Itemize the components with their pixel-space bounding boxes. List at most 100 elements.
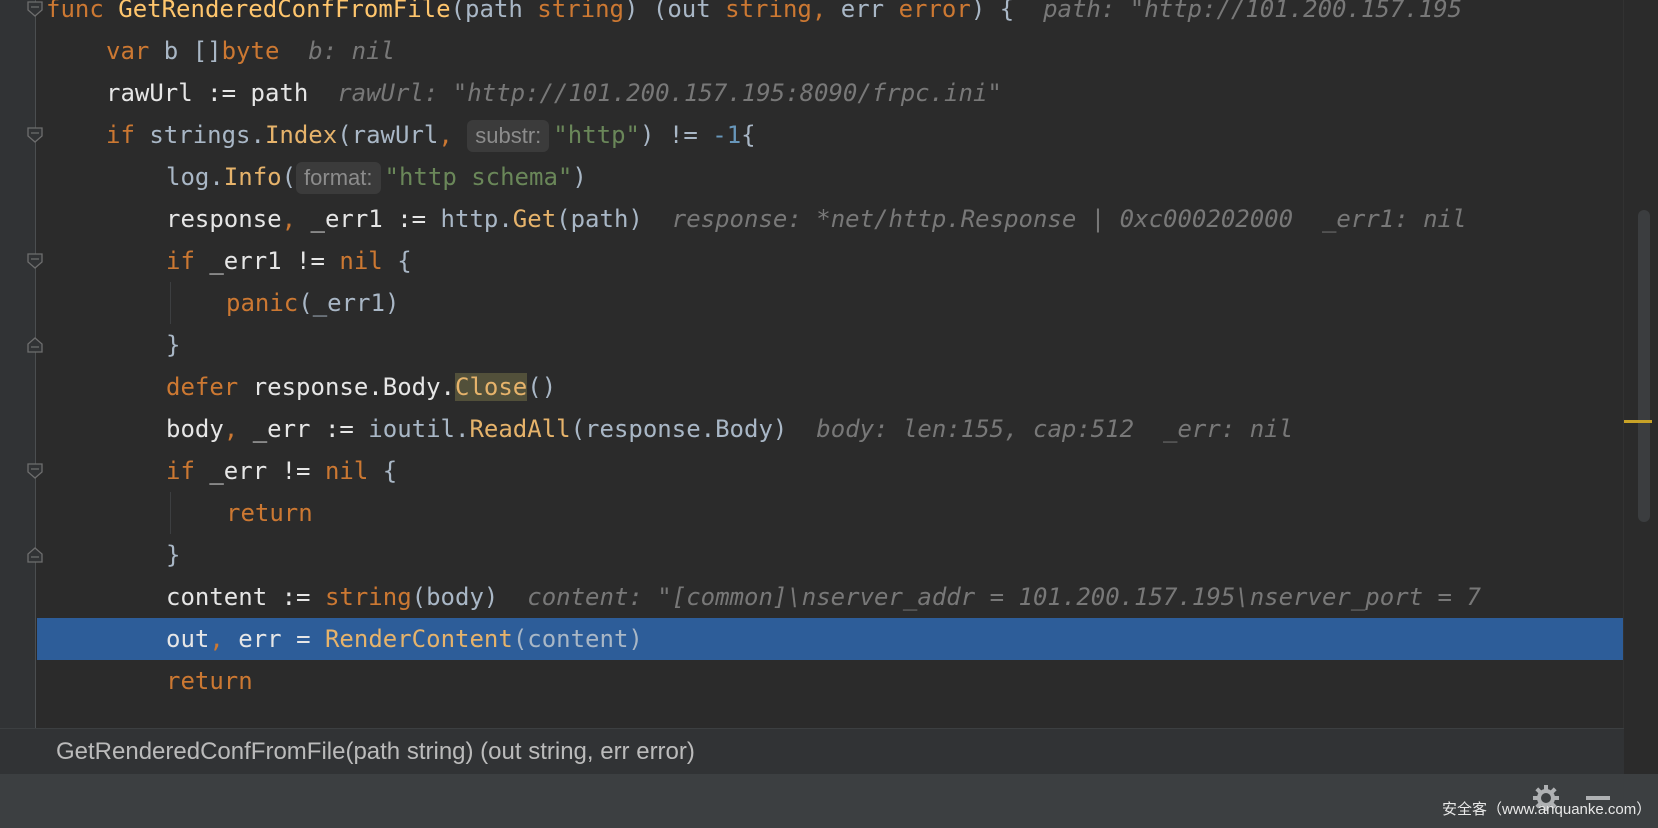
code-token: http. [440, 205, 513, 233]
code-editor[interactable]: func GetRenderedConfFromFile(path string… [0, 0, 1658, 728]
code-token: nil [324, 457, 383, 485]
code-text[interactable]: if strings.Index(rawUrl, substr: "http") … [106, 114, 756, 156]
code-line[interactable]: defer response.Body.Close() [0, 366, 1624, 408]
code-token: b [] [163, 37, 222, 65]
code-token: nil [339, 247, 398, 275]
code-token: err = [238, 625, 325, 653]
code-token: response [166, 205, 282, 233]
code-text[interactable]: return [226, 492, 313, 534]
code-token: string [725, 0, 812, 23]
code-token: panic [226, 289, 299, 317]
code-text[interactable]: if _err1 != nil { [166, 240, 412, 282]
code-token: , [811, 0, 841, 23]
fold-start-icon[interactable] [27, 253, 43, 269]
scrollbar-thumb[interactable] [1638, 210, 1650, 522]
inline-debug-value: body: len:155, cap:512 _err: nil [816, 415, 1294, 443]
code-line[interactable]: if _err != nil { [0, 450, 1624, 492]
code-token: { [397, 247, 412, 275]
scrollbar-marker[interactable] [1624, 420, 1652, 423]
code-line[interactable]: func GetRenderedConfFromFile(path string… [0, 0, 1624, 30]
code-token: strings. [149, 121, 265, 149]
breadcrumb[interactable]: GetRenderedConfFromFile(path string) (ou… [0, 728, 1624, 775]
code-line[interactable]: var b []byte b: nil [0, 30, 1624, 72]
code-text[interactable]: return [166, 660, 253, 702]
code-text[interactable]: content := string(body) content: "[commo… [166, 576, 1481, 618]
code-token: _err1 := [310, 205, 441, 233]
code-token: byte [221, 37, 280, 65]
code-line[interactable]: if strings.Index(rawUrl, substr: "http") … [0, 114, 1624, 156]
code-token: ) (out [624, 0, 726, 23]
code-token: ) != [640, 121, 713, 149]
code-token: ( [281, 163, 297, 191]
code-text[interactable]: rawUrl := path rawUrl: "http://101.200.1… [106, 72, 1002, 114]
code-token: Info [223, 163, 282, 191]
fold-end-icon[interactable] [27, 547, 43, 563]
fold-start-icon[interactable] [27, 1, 43, 17]
code-token: defer [166, 373, 253, 401]
code-line[interactable]: return [0, 492, 1624, 534]
code-token: error [898, 0, 971, 23]
inline-debug-value: response: *net/http.Response | 0xc000202… [671, 205, 1467, 233]
code-text[interactable]: log.Info(format: "http schema") [166, 156, 587, 198]
current-execution-line[interactable]: out, err = RenderContent(content) [37, 618, 1624, 660]
code-line[interactable]: } [0, 324, 1624, 366]
code-token: return [166, 667, 253, 695]
code-token: RenderContent [324, 625, 513, 653]
code-token: , [438, 121, 468, 149]
code-token: Get [512, 205, 557, 233]
inline-debug-value: path: "http://101.200.157.195 [1043, 0, 1463, 23]
code-token: (content) [512, 625, 643, 653]
code-token: (path [450, 0, 538, 23]
code-token: GetRenderedConfFromFile [118, 0, 451, 23]
code-token: } [166, 331, 181, 359]
code-token: -1 [712, 121, 742, 149]
vertical-scrollbar[interactable] [1623, 0, 1658, 728]
bottom-toolbar [0, 774, 1658, 828]
code-token: ) { [970, 0, 1044, 23]
code-line[interactable]: rawUrl := path rawUrl: "http://101.200.1… [0, 72, 1624, 114]
code-text[interactable]: if _err != nil { [166, 450, 397, 492]
code-token: if [166, 247, 210, 275]
fold-start-icon[interactable] [27, 127, 43, 143]
breadcrumb-function-signature[interactable]: GetRenderedConfFromFile(path string) (ou… [56, 729, 695, 775]
code-line[interactable]: body, _err := ioutil.ReadAll(response.Bo… [0, 408, 1624, 450]
code-token: ioutil. [368, 415, 470, 443]
watermark-text: 安全客（www.anquanke.com） [1442, 801, 1652, 818]
code-token: (response.Body) [570, 415, 817, 443]
inline-debug-value: b: nil [308, 37, 395, 65]
code-line[interactable]: } [0, 534, 1624, 576]
code-text[interactable]: } [166, 534, 180, 576]
parameter-name-hint: substr: [467, 120, 550, 152]
code-text[interactable]: body, _err := ioutil.ReadAll(response.Bo… [166, 408, 1293, 450]
code-text[interactable]: defer response.Body.Close() [166, 366, 556, 408]
code-token: var [106, 37, 164, 65]
code-token: ReadAll [469, 415, 571, 443]
parameter-name-hint: format: [296, 162, 381, 194]
code-token: _err1 != [209, 247, 340, 275]
code-token: if [106, 121, 150, 149]
code-line[interactable]: return [0, 660, 1624, 702]
code-token: content := [166, 583, 325, 611]
code-line[interactable]: log.Info(format: "http schema") [0, 156, 1624, 198]
code-line[interactable]: if _err1 != nil { [0, 240, 1624, 282]
code-token: "http" [553, 121, 640, 149]
code-text[interactable]: panic(_err1) [226, 282, 399, 324]
code-token: , [281, 205, 311, 233]
code-line[interactable]: response, _err1 := http.Get(path) respon… [0, 198, 1624, 240]
code-text[interactable]: var b []byte b: nil [106, 30, 395, 72]
code-text[interactable]: response, _err1 := http.Get(path) respon… [166, 198, 1466, 240]
code-text[interactable]: out, err = RenderContent(content) [166, 618, 643, 660]
code-line[interactable]: content := string(body) content: "[commo… [0, 576, 1624, 618]
inline-debug-value: content: "[common]\nserver_addr = 101.20… [527, 583, 1481, 611]
code-token: , [223, 415, 253, 443]
code-token: () [527, 373, 557, 401]
code-token: err [840, 0, 899, 23]
code-token: { [382, 457, 398, 485]
fold-end-icon[interactable] [27, 337, 43, 353]
code-token: out [166, 625, 210, 653]
code-token: (_err1) [298, 289, 400, 317]
fold-start-icon[interactable] [27, 463, 43, 479]
code-text[interactable]: } [166, 324, 180, 366]
code-text[interactable]: func GetRenderedConfFromFile(path string… [46, 0, 1462, 30]
code-line[interactable]: panic(_err1) [0, 282, 1624, 324]
